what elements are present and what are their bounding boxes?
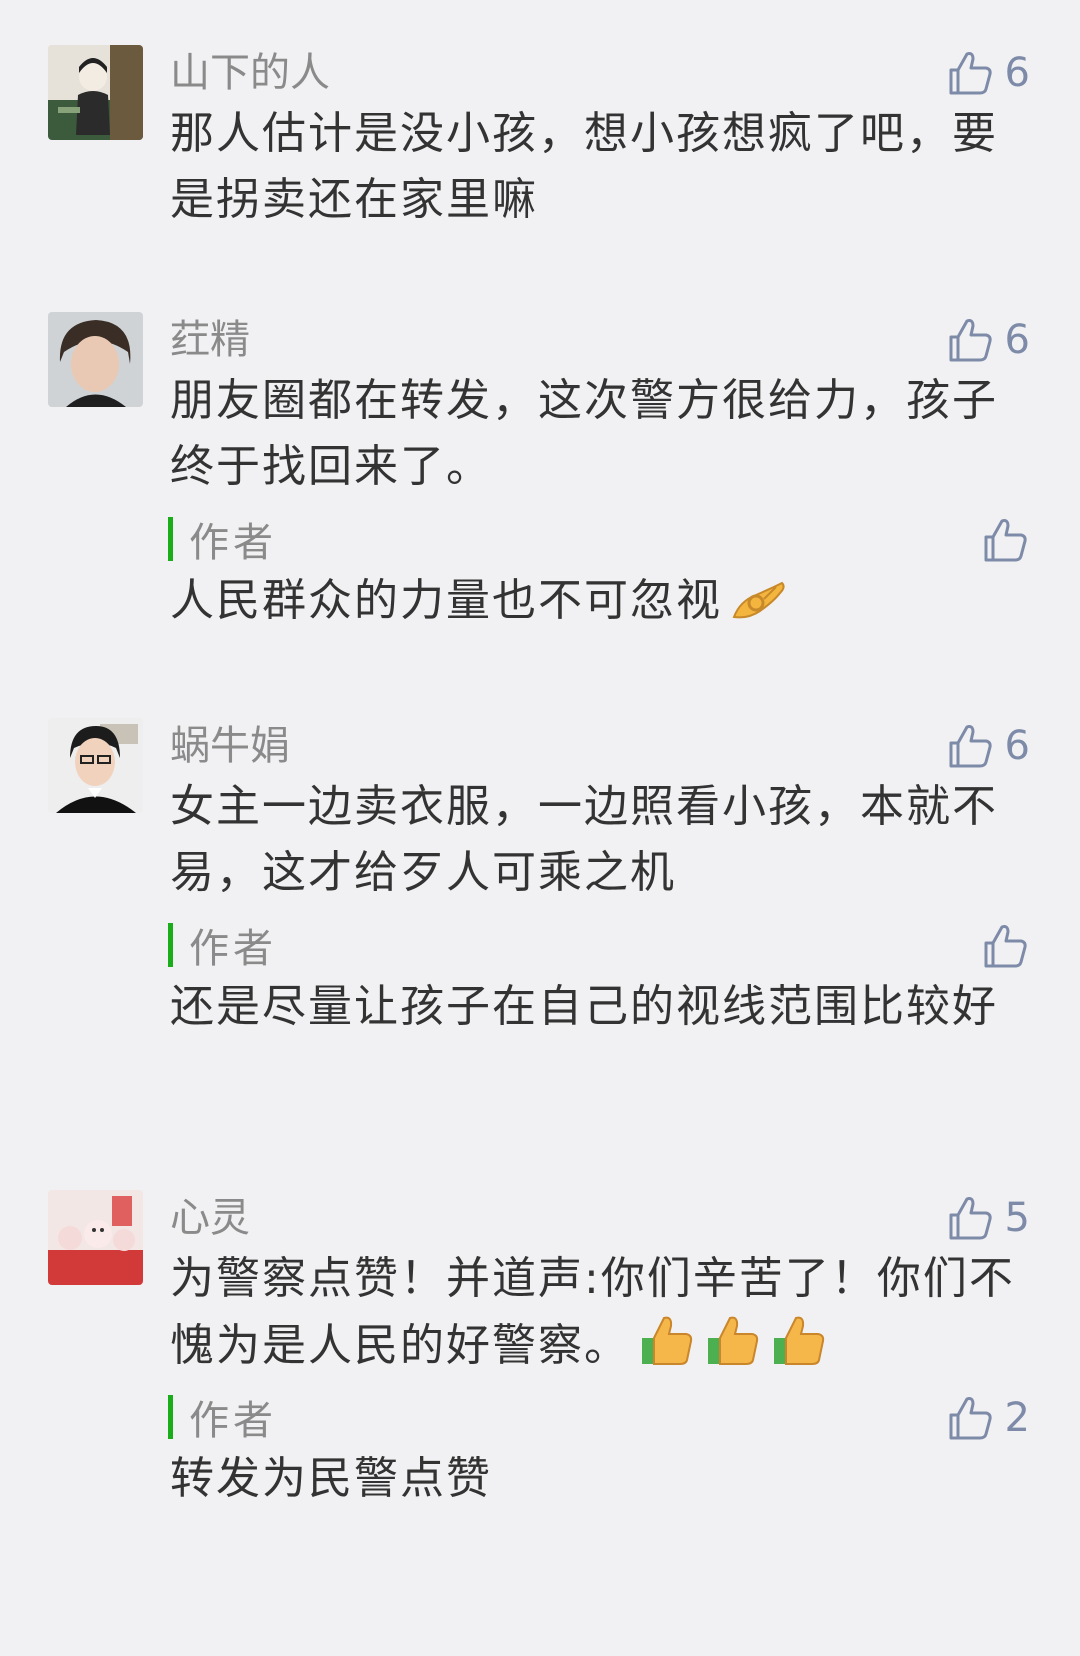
reply-like-button[interactable]: 2 bbox=[945, 1390, 1030, 1446]
comment-text-content: 为警察点赞！并道声:你们辛苦了！你们不愧为是人民的好警察。 bbox=[170, 1253, 1015, 1371]
ok-hand-emoji bbox=[732, 581, 785, 619]
author-label-text: 作者 bbox=[189, 926, 277, 972]
reply-like-button[interactable] bbox=[980, 918, 1030, 974]
avatar[interactable] bbox=[48, 718, 143, 813]
like-button[interactable]: 6 bbox=[945, 45, 1030, 101]
author-reply-label: 作者 bbox=[168, 1392, 277, 1444]
thumbs-up-icon bbox=[984, 925, 1027, 968]
thumbs-up-emoji bbox=[708, 1316, 759, 1365]
nickname: 蜗牛娟 bbox=[170, 723, 290, 769]
nickname: 荭精 bbox=[170, 317, 250, 363]
like-button[interactable]: 5 bbox=[945, 1190, 1030, 1246]
thumbs-up-emoji bbox=[642, 1316, 693, 1365]
comment-text: 女主一边卖衣服，一边照看小孩，本就不易，这才给歹人可乘之机 bbox=[170, 781, 998, 898]
reply-text-content: 人民群众的力量也不可忽视 bbox=[170, 575, 722, 626]
comment-text: 朋友圈都在转发，这次警方很给力，孩子终于找回来了。 bbox=[170, 375, 998, 492]
like-button[interactable]: 6 bbox=[945, 312, 1030, 368]
reply-text: 人民群众的力量也不可忽视 bbox=[170, 568, 1030, 634]
avatar[interactable] bbox=[48, 1190, 143, 1285]
thumbs-up-icon bbox=[949, 1197, 992, 1240]
reply-like-button[interactable] bbox=[980, 512, 1030, 568]
like-count: 2 bbox=[1004, 1395, 1030, 1441]
thumbs-up-icon bbox=[984, 519, 1027, 562]
like-count: 6 bbox=[1004, 50, 1030, 96]
author-reply-label: 作者 bbox=[168, 514, 277, 566]
reply-text: 转发为民警点赞 bbox=[170, 1453, 492, 1504]
like-count: 6 bbox=[1004, 723, 1030, 769]
avatar[interactable] bbox=[48, 312, 143, 407]
author-indicator-bar bbox=[168, 923, 173, 967]
avatar[interactable] bbox=[48, 45, 143, 140]
like-count: 6 bbox=[1004, 317, 1030, 363]
reply-text: 还是尽量让孩子在自己的视线范围比较好 bbox=[170, 981, 998, 1032]
thumbs-up-icon bbox=[949, 319, 992, 362]
nickname: 心灵 bbox=[170, 1195, 250, 1241]
author-indicator-bar bbox=[168, 1395, 173, 1439]
comment-text: 那人估计是没小孩，想小孩想疯了吧，要是拐卖还在家里嘛 bbox=[170, 108, 998, 225]
thumbs-up-icon bbox=[949, 52, 992, 95]
like-count: 5 bbox=[1004, 1195, 1030, 1241]
author-indicator-bar bbox=[168, 517, 173, 561]
author-label-text: 作者 bbox=[189, 520, 277, 566]
author-reply-label: 作者 bbox=[168, 920, 277, 972]
author-label-text: 作者 bbox=[189, 1398, 277, 1444]
thumbs-up-emoji bbox=[774, 1316, 825, 1365]
thumbs-up-icon bbox=[949, 725, 992, 768]
like-button[interactable]: 6 bbox=[945, 718, 1030, 774]
thumbs-up-icon bbox=[949, 1397, 992, 1440]
comment-text: 为警察点赞！并道声:你们辛苦了！你们不愧为是人民的好警察。 bbox=[170, 1246, 1030, 1379]
nickname: 山下的人 bbox=[170, 50, 330, 96]
